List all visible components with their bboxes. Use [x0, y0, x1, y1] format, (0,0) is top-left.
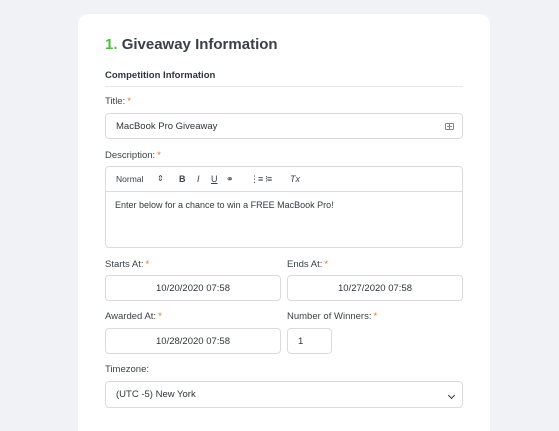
starts-label-text: Starts At:	[105, 259, 144, 270]
autofill-icon[interactable]	[445, 123, 454, 130]
winners-label: Number of Winners: *	[287, 311, 377, 322]
ends-label-text: Ends At:	[287, 259, 323, 270]
competition-info-title: Competition Information	[105, 70, 216, 81]
required-mark: *	[157, 150, 161, 161]
starts-at-value: 10/20/2020 07:58	[156, 282, 230, 294]
title-input-value: MacBook Pro Giveaway	[116, 120, 218, 132]
timezone-label: Timezone:	[105, 364, 149, 375]
format-select[interactable]: Normal	[116, 174, 143, 184]
chevron-down-icon	[447, 391, 456, 400]
description-editor[interactable]: Normal ⇕ B I U ⚭ ⋮≡ ⁝≡ Tx Enter below fo…	[105, 166, 463, 248]
clear-format-button[interactable]: Tx	[290, 174, 300, 184]
awarded-label-text: Awarded At:	[105, 311, 157, 322]
underline-button[interactable]: U	[211, 174, 218, 184]
ordered-list-button[interactable]: ⋮≡	[250, 174, 263, 184]
required-mark: *	[158, 311, 162, 322]
description-label-text: Description:	[105, 150, 156, 161]
section-heading: 1. Giveaway Information	[105, 36, 278, 53]
section-divider	[105, 86, 463, 87]
awarded-at-value: 10/28/2020 07:58	[156, 335, 230, 347]
required-mark: *	[145, 259, 150, 270]
required-mark: *	[373, 311, 378, 322]
number-of-winners-value: 1	[298, 335, 304, 347]
description-label: Description: *	[105, 150, 161, 161]
ends-label: Ends At: *	[287, 259, 328, 270]
title-label-text: Title:	[105, 96, 126, 107]
winners-label-text: Number of Winners:	[287, 311, 372, 322]
link-button[interactable]: ⚭	[226, 174, 234, 184]
editor-content[interactable]: Enter below for a chance to win a FREE M…	[106, 192, 462, 218]
format-select-arrows-icon: ⇕	[157, 174, 164, 183]
title-input[interactable]: MacBook Pro Giveaway	[105, 113, 463, 139]
timezone-select[interactable]: (UTC -5) New York	[105, 381, 463, 408]
starts-label: Starts At: *	[105, 259, 149, 270]
required-mark: *	[127, 96, 131, 107]
timezone-value: (UTC -5) New York	[116, 389, 196, 400]
required-mark: *	[324, 259, 329, 270]
italic-button[interactable]: I	[197, 174, 200, 184]
bold-button[interactable]: B	[179, 174, 186, 184]
timezone-label-text: Timezone:	[105, 364, 149, 375]
ends-at-value: 10/27/2020 07:58	[338, 282, 412, 294]
awarded-label: Awarded At: *	[105, 311, 162, 322]
bullet-list-button[interactable]: ⁝≡	[265, 174, 272, 184]
awarded-at-input[interactable]: 10/28/2020 07:58	[105, 328, 281, 354]
title-label: Title: *	[105, 96, 131, 107]
step-number: 1.	[105, 36, 118, 53]
editor-toolbar: Normal ⇕ B I U ⚭ ⋮≡ ⁝≡ Tx	[106, 167, 462, 192]
starts-at-input[interactable]: 10/20/2020 07:58	[105, 275, 281, 301]
ends-at-input[interactable]: 10/27/2020 07:58	[287, 275, 463, 301]
number-of-winners-input[interactable]: 1	[287, 328, 332, 354]
heading-text: Giveaway Information	[121, 36, 278, 53]
